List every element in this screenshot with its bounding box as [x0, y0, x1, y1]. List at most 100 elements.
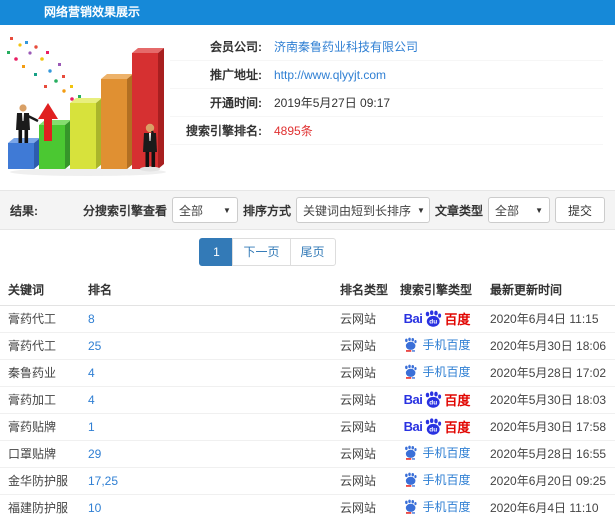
- rank-link[interactable]: 4: [88, 393, 95, 407]
- engine-cell: 手机百度: [392, 440, 482, 468]
- url-label: 推广地址:: [210, 68, 262, 82]
- rank-link[interactable]: 17,25: [88, 474, 118, 488]
- rank-cell: 29: [80, 440, 332, 468]
- keyword-cell: 福建防护服: [0, 494, 80, 520]
- engine-cell: 手机百度: [392, 494, 482, 520]
- article-type-selected: 全部: [494, 203, 519, 218]
- mobile-baidu-paw-icon: [405, 472, 418, 487]
- header-keyword: 关键词: [0, 274, 80, 306]
- bar-chart-illustration: [0, 29, 170, 181]
- mobile-baidu-logo: 手机百度: [403, 498, 471, 515]
- rank-type-cell: 云网站: [332, 440, 392, 468]
- keyword-cell: 金华防护服: [0, 467, 80, 495]
- rank-type-cell: 云网站: [332, 332, 392, 360]
- table-header-row: 关键词 排名 排名类型 搜索引擎类型 最新更新时间: [0, 274, 615, 306]
- time-cell: 2020年5月30日 18:03: [482, 386, 615, 414]
- header-update-time: 最新更新时间: [482, 274, 615, 306]
- table-row: 膏药代工 8 云网站 Bai du 百度 2020年6月4日 11:15: [0, 305, 615, 333]
- mobile-baidu-logo: 手机百度: [403, 471, 471, 488]
- rank-type-cell: 云网站: [332, 413, 392, 441]
- rank-link[interactable]: 25: [88, 339, 101, 353]
- mobile-baidu-logo: 手机百度: [403, 336, 471, 353]
- rank-cell: 4: [80, 359, 332, 387]
- rank-cell: 10: [80, 494, 332, 520]
- keyword-cell: 口罩贴牌: [0, 440, 80, 468]
- last-page-button[interactable]: 尾页: [289, 238, 336, 266]
- svg-text:du: du: [430, 400, 438, 407]
- sort-select[interactable]: 关键词由短到长排序 ▼: [295, 197, 430, 223]
- baidu-paw-icon: du: [426, 310, 442, 327]
- mobile-baidu-paw-icon: [405, 364, 418, 379]
- mobile-baidu-logo: 手机百度: [403, 444, 471, 461]
- open-time-value: 2019年5月27日 09:17: [274, 96, 391, 110]
- time-cell: 2020年5月30日 17:58: [482, 413, 615, 441]
- pagination: 1 下一页 尾页: [0, 230, 615, 274]
- bar-chart-illustration-svg: [7, 37, 166, 176]
- baidu-logo: Bai du 百度: [403, 418, 471, 435]
- open-time-row: 开通时间: 2019年5月27日 09:17: [170, 89, 603, 117]
- top-section: 会员公司: 济南秦鲁药业科技有限公司 推广地址: http://www.qlyy…: [0, 25, 615, 190]
- bar-green: [39, 120, 71, 169]
- engine-rank-count: 4895条: [274, 124, 313, 138]
- svg-text:du: du: [430, 427, 438, 434]
- company-link[interactable]: 济南秦鲁药业科技有限公司: [274, 38, 418, 55]
- table-body: 膏药代工 8 云网站 Bai du 百度 2020年6月4日 11:15 膏药代工 25 云网站手…: [0, 305, 615, 520]
- rank-cell: 4: [80, 386, 332, 414]
- chevron-down-icon: ▼: [416, 205, 425, 215]
- rank-link[interactable]: 10: [88, 501, 101, 515]
- member-info-panel: 会员公司: 济南秦鲁药业科技有限公司 推广地址: http://www.qlyy…: [170, 25, 615, 190]
- baidu-logo: Bai du 百度: [403, 310, 471, 327]
- rank-cell: 25: [80, 332, 332, 360]
- keyword-cell: 膏药加工: [0, 386, 80, 414]
- page: 网络营销效果展示 会员公司: 济南秦鲁药业科技有限公司 推广地址: http:/…: [0, 0, 615, 520]
- rank-type-cell: 云网站: [332, 386, 392, 414]
- engine-cell: 手机百度: [392, 359, 482, 387]
- rank-link[interactable]: 1: [88, 420, 95, 434]
- article-type-label: 文章类型: [434, 203, 483, 218]
- company-label: 会员公司:: [210, 40, 262, 54]
- rank-link[interactable]: 29: [88, 447, 101, 461]
- engine-cell: Bai du 百度: [392, 386, 482, 414]
- rank-cell: 17,25: [80, 467, 332, 495]
- header-rank: 排名: [80, 274, 332, 306]
- businessman-left: [16, 104, 39, 143]
- keyword-cell: 膏药贴牌: [0, 413, 80, 441]
- page-button-current[interactable]: 1: [199, 238, 234, 266]
- title-bar: 网络营销效果展示: [0, 0, 615, 25]
- page-title: 网络营销效果展示: [44, 5, 141, 19]
- svg-text:du: du: [430, 319, 438, 326]
- header-engine-type: 搜索引擎类型: [392, 274, 482, 306]
- keyword-cell: 秦鲁药业: [0, 359, 80, 387]
- engine-rank-label: 搜索引擎排名:: [186, 124, 262, 138]
- filter-bar: 结果: 分搜索引擎查看 全部 ▼ 排序方式 关键词由短到长排序 ▼ 文章类型 全…: [0, 190, 615, 230]
- rank-link[interactable]: 8: [88, 312, 95, 326]
- article-type-select[interactable]: 全部 ▼: [487, 197, 550, 223]
- time-cell: 2020年6月20日 09:25: [482, 467, 615, 495]
- chevron-down-icon: ▼: [223, 205, 231, 215]
- engine-view-select[interactable]: 全部 ▼: [171, 197, 238, 223]
- table-row: 口罩贴牌 29 云网站 手机百度 2020年5月28日 16:55: [0, 440, 615, 468]
- filter-controls: 分搜索引擎查看 全部 ▼ 排序方式 关键词由短到长排序 ▼ 文章类型 全部 ▼ …: [83, 197, 605, 223]
- keyword-cell: 膏药代工: [0, 332, 80, 360]
- rank-type-cell: 云网站: [332, 494, 392, 520]
- next-page-button[interactable]: 下一页: [232, 238, 291, 266]
- sort-label: 排序方式: [242, 203, 291, 218]
- mobile-baidu-logo: 手机百度: [403, 363, 471, 380]
- table-row: 膏药贴牌 1 云网站 Bai du 百度 2020年5月30日 17:58: [0, 413, 615, 441]
- engine-cell: 手机百度: [392, 332, 482, 360]
- bar-blue: [8, 138, 40, 169]
- member-company-row: 会员公司: 济南秦鲁药业科技有限公司: [170, 33, 603, 61]
- engine-cell: Bai du 百度: [392, 413, 482, 441]
- table-row: 金华防护服 17,25 云网站 手机百度 2020年6月20日 09:25: [0, 467, 615, 495]
- results-table: 关键词 排名 排名类型 搜索引擎类型 最新更新时间 膏药代工 8 云网站 Bai du 百…: [0, 274, 615, 520]
- table-row: 膏药代工 25 云网站 手机百度 2020年5月30日 18:06: [0, 332, 615, 360]
- submit-button[interactable]: 提交: [554, 197, 605, 223]
- baidu-paw-icon: du: [426, 418, 442, 435]
- baidu-logo: Bai du 百度: [403, 391, 471, 408]
- engine-cell: Bai du 百度: [392, 305, 482, 333]
- promo-url-link[interactable]: http://www.qlyyjt.com: [274, 68, 386, 82]
- rank-link[interactable]: 4: [88, 366, 95, 380]
- mobile-baidu-paw-icon: [405, 445, 418, 460]
- table-row: 秦鲁药业 4 云网站 手机百度 2020年5月28日 17:02: [0, 359, 615, 387]
- result-label: 结果:: [10, 203, 38, 218]
